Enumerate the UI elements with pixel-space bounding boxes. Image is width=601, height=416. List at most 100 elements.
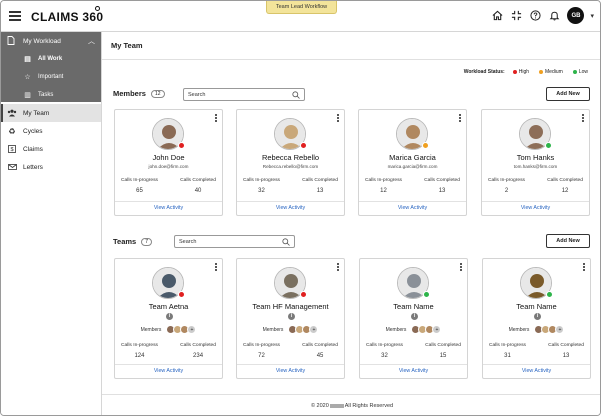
search-icon — [282, 238, 290, 248]
page-footer: © 2020 All Rights Reserved — [102, 394, 600, 415]
sidebar-item-important[interactable]: ☆ Important — [1, 68, 101, 86]
calls-in-progress: Calls In-progress 32 — [366, 343, 403, 359]
more-members-icon[interactable]: + — [555, 325, 565, 334]
user-avatar[interactable]: GB — [567, 7, 585, 24]
more-members-icon[interactable]: + — [309, 325, 319, 334]
view-activity-link[interactable]: View Activity — [237, 201, 344, 215]
stat-label: Calls In-progress — [243, 178, 280, 183]
team-card: Team Name i Members + Calls In-progress 32 Cal… — [359, 258, 468, 379]
call-stats: Calls In-progress 65 Calls Completed 40 — [115, 178, 222, 194]
home-icon[interactable] — [491, 9, 504, 22]
main-content: My Team Workload Status: High Medium Low… — [102, 32, 600, 415]
app-window: CLAIMS 360 Team Lead Workflow GB ▾ My Wo… — [0, 0, 601, 416]
avatar[interactable] — [274, 267, 307, 299]
member-name: Tom Hanks — [516, 153, 555, 162]
view-activity-link[interactable]: View Activity — [483, 364, 590, 378]
add-team-button[interactable]: Add New — [546, 234, 590, 248]
info-icon[interactable]: i — [166, 313, 173, 320]
sidebar-item-cycles[interactable]: ♻ Cycles — [1, 122, 101, 140]
teams-header: Teams 7 — [113, 237, 152, 246]
stat-value: 234 — [193, 353, 204, 359]
team-name: Team Name — [393, 302, 434, 311]
view-activity-link[interactable]: View Activity — [237, 364, 344, 378]
calls-in-progress: Calls In-progress 2 — [488, 178, 525, 194]
view-activity-link[interactable]: View Activity — [482, 201, 589, 215]
members-label: Members — [140, 326, 162, 333]
avatar[interactable] — [152, 118, 185, 150]
member-card: Rebecca Rebello Rebecca.rebello@firm.com C… — [236, 109, 345, 216]
stat-value: 12 — [561, 188, 569, 194]
avatar[interactable] — [274, 118, 307, 150]
more-options-icon[interactable] — [337, 114, 339, 123]
add-member-button[interactable]: Add New — [546, 87, 590, 101]
members-search-input[interactable]: Search — [183, 88, 305, 101]
calls-in-progress: Calls In-progress 31 — [489, 343, 526, 359]
search-placeholder: Search — [179, 238, 197, 245]
legend-item-medium: Medium — [539, 69, 563, 75]
sidebar-item-all-work[interactable]: ▤ All Work — [1, 50, 101, 68]
avatar[interactable] — [519, 118, 552, 150]
stat-label: Calls In-progress — [489, 343, 526, 348]
stat-label: Calls In-progress — [243, 343, 280, 348]
sidebar-item-label: All Work — [38, 56, 63, 62]
view-activity-link[interactable]: View Activity — [360, 364, 467, 378]
teams-title: Teams — [113, 237, 137, 246]
more-members-icon[interactable]: + — [432, 325, 442, 334]
logo-mark — [95, 6, 100, 11]
stat-label: Calls Completed — [548, 343, 584, 348]
more-options-icon[interactable] — [215, 263, 217, 272]
info-icon[interactable]: i — [288, 313, 295, 320]
hamburger-icon[interactable] — [9, 11, 21, 21]
avatar[interactable] — [396, 118, 429, 150]
help-icon[interactable] — [529, 9, 542, 22]
team-card: Team Name i Members + Calls In-progress 31 Cal… — [482, 258, 591, 379]
info-icon[interactable]: i — [534, 313, 541, 320]
stat-label: Calls Completed — [302, 178, 338, 183]
more-options-icon[interactable] — [460, 263, 462, 272]
calls-completed: Calls Completed 45 — [302, 343, 338, 359]
stat-label: Calls Completed — [424, 178, 460, 183]
chevron-up-icon[interactable]: ︿ — [88, 36, 95, 46]
sidebar-item-my-workload[interactable]: My Workload ︿ — [1, 32, 101, 50]
sidebar-item-claims[interactable]: $ Claims — [1, 140, 101, 158]
workflow-badge[interactable]: Team Lead Workflow — [266, 1, 337, 14]
legend-title: Workload Status: — [463, 69, 505, 75]
teams-count-badge: 7 — [141, 237, 152, 246]
avatar[interactable] — [397, 267, 430, 299]
team-members-row: Members + — [115, 325, 222, 334]
members-header: Members 12 — [113, 89, 165, 98]
compress-icon[interactable] — [510, 9, 523, 22]
status-dot — [178, 291, 185, 298]
view-activity-link[interactable]: View Activity — [115, 364, 222, 378]
view-activity-link[interactable]: View Activity — [115, 201, 222, 215]
sidebar-item-my-team[interactable]: My Team — [1, 104, 101, 122]
more-members-icon[interactable]: + — [187, 325, 197, 334]
status-dot — [512, 70, 517, 74]
sidebar-item-letters[interactable]: Letters — [1, 158, 101, 176]
bell-icon[interactable] — [548, 9, 561, 22]
teams-search-input[interactable]: Search — [174, 235, 295, 248]
member-name: Rebecca Rebello — [261, 153, 320, 162]
stat-value: 13 — [316, 188, 324, 194]
more-options-icon[interactable] — [337, 263, 339, 272]
status-dot — [422, 142, 429, 149]
members-count-badge: 12 — [150, 89, 165, 98]
avatar[interactable] — [520, 267, 553, 299]
view-activity-link[interactable]: View Activity — [359, 201, 466, 215]
status-dot — [546, 291, 553, 298]
avatar[interactable] — [152, 267, 185, 299]
star-icon: ☆ — [24, 74, 31, 81]
team-members-row: Members + — [237, 325, 344, 334]
more-options-icon[interactable] — [582, 114, 584, 123]
calls-completed: Calls Completed 13 — [424, 178, 460, 194]
more-options-icon[interactable] — [215, 114, 217, 123]
stat-value: 12 — [380, 188, 387, 194]
members-label: Members — [508, 326, 530, 333]
workload-group: My Workload ︿ ▤ All Work ☆ Important ▥ T… — [1, 32, 101, 102]
more-options-icon[interactable] — [459, 114, 461, 123]
status-dot — [539, 70, 544, 74]
chevron-down-icon[interactable]: ▾ — [590, 12, 594, 20]
more-options-icon[interactable] — [583, 263, 585, 272]
info-icon[interactable]: i — [411, 313, 418, 320]
member-name: John Doe — [152, 153, 185, 162]
